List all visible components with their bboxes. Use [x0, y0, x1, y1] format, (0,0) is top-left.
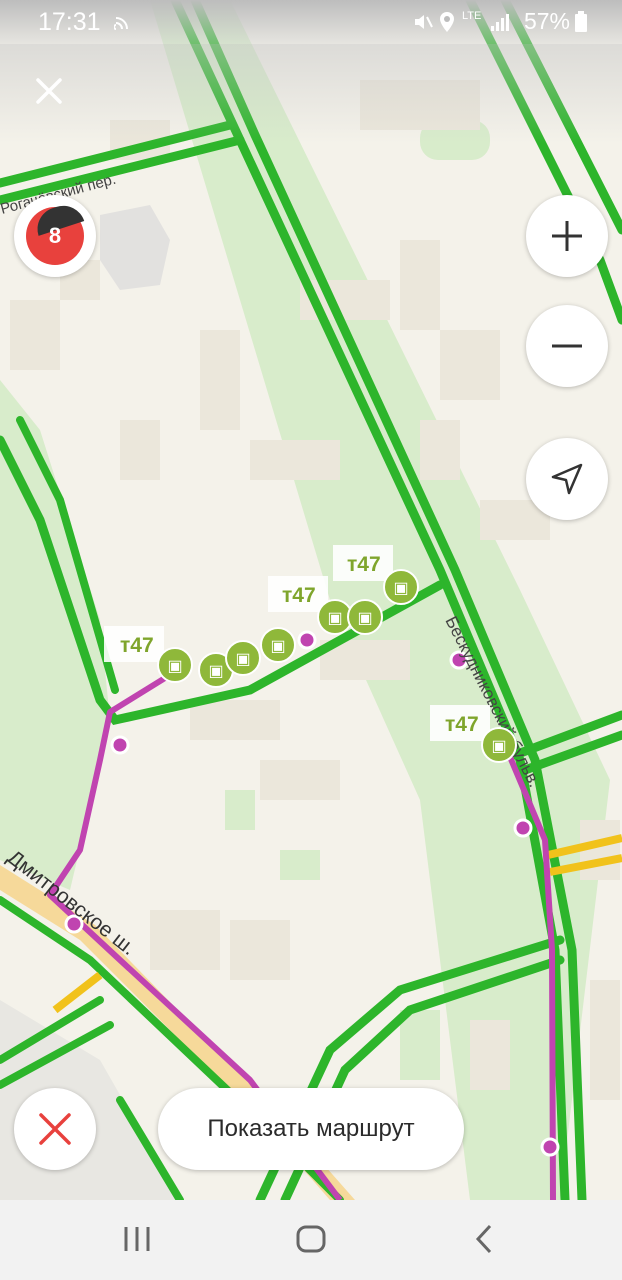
svg-text:▣: ▣ — [393, 580, 408, 597]
system-navigation-bar — [0, 1200, 622, 1280]
home-icon[interactable] — [294, 1222, 328, 1256]
minus-icon — [552, 344, 582, 348]
svg-text:▣: ▣ — [235, 651, 250, 668]
cancel-route-button[interactable] — [14, 1088, 96, 1170]
transit-label: т47 — [282, 584, 316, 607]
top-gradient — [0, 44, 622, 144]
location-icon — [440, 12, 454, 32]
transit-label: т47 — [120, 634, 154, 657]
notification-count: 8 — [48, 223, 62, 248]
back-icon[interactable] — [470, 1222, 500, 1256]
my-location-button[interactable] — [526, 438, 608, 520]
svg-text:▣: ▣ — [270, 638, 285, 655]
network-type: LTE — [462, 10, 482, 22]
recent-apps-icon[interactable] — [122, 1222, 152, 1256]
cast-icon — [114, 17, 128, 30]
signal-icon — [491, 14, 509, 31]
svg-text:▣: ▣ — [491, 738, 506, 755]
avatar: 8 — [26, 200, 85, 265]
zoom-out-button[interactable] — [526, 305, 608, 387]
mute-icon — [415, 15, 433, 29]
status-bar: 17:31 LTE 57% — [0, 0, 622, 44]
svg-text:▣: ▣ — [208, 663, 223, 680]
show-route-button[interactable]: Показать маршрут — [158, 1088, 464, 1170]
close-icon — [39, 1113, 71, 1145]
battery-percent: 57% — [523, 8, 570, 34]
svg-text:▣: ▣ — [167, 658, 182, 675]
navigation-arrow-icon — [551, 463, 583, 495]
plus-icon — [552, 221, 582, 251]
notifications-avatar-button[interactable]: 8 — [14, 195, 96, 277]
close-icon[interactable] — [32, 74, 66, 108]
svg-text:▣: ▣ — [327, 610, 342, 627]
zoom-in-button[interactable] — [526, 195, 608, 277]
svg-text:▣: ▣ — [357, 610, 372, 627]
transit-label: т47 — [347, 553, 381, 576]
status-time: 17:31 — [38, 8, 101, 36]
map-canvas[interactable]: Рогачёвский пер. Бескудниковский бульв. … — [0, 0, 622, 1200]
transit-label: т47 — [445, 713, 479, 736]
battery-icon — [575, 11, 587, 32]
